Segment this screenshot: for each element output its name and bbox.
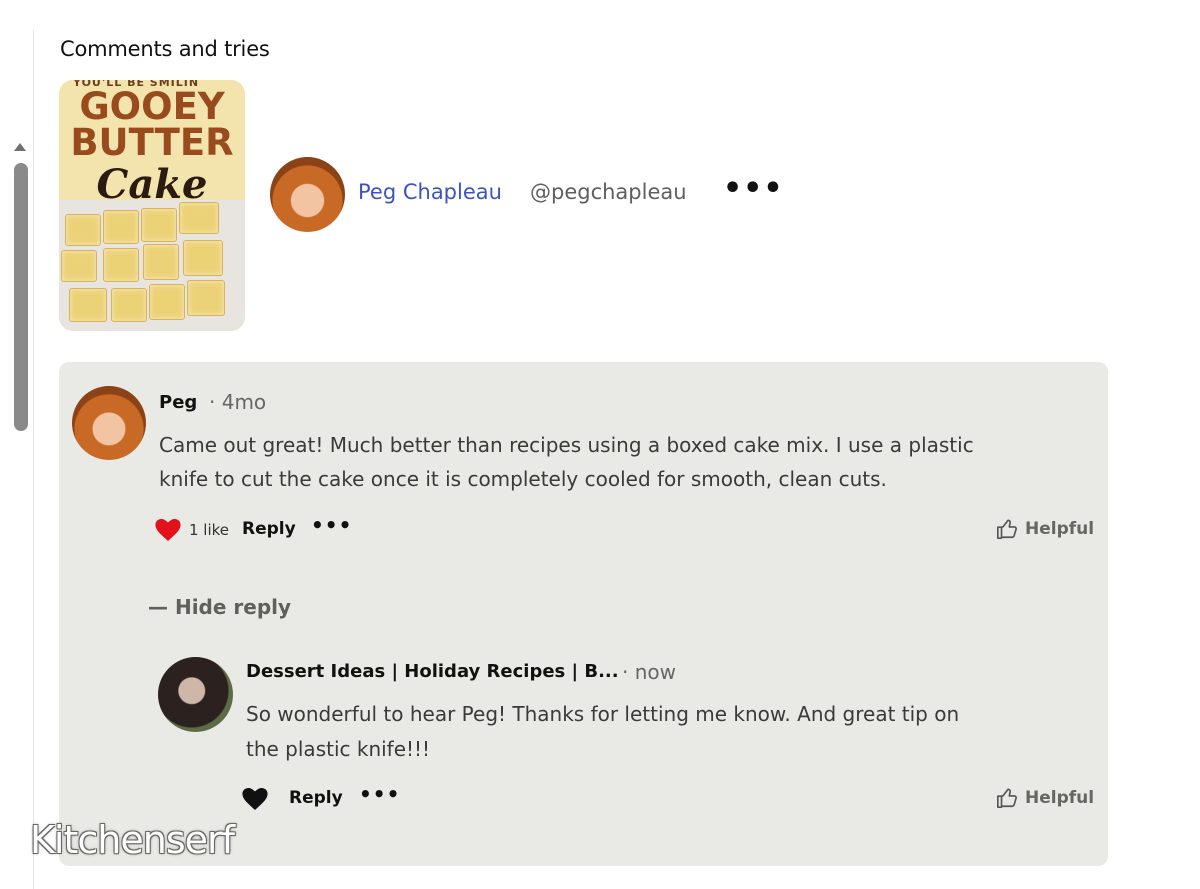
comment-like-count[interactable]: 1 like [189, 521, 229, 539]
reply-reply-button[interactable]: Reply [289, 788, 343, 808]
content-divider [33, 30, 34, 889]
comment-more-options-button[interactable]: ••• [311, 513, 352, 537]
recipe-thumbnail[interactable]: YOU'LL BE SMILIN GOOEY BUTTER Cake [59, 80, 245, 331]
comment-helpful-button[interactable]: Helpful [1025, 519, 1094, 539]
reply-more-options-button[interactable]: ••• [359, 782, 400, 806]
reply-text-line1: So wonderful to hear Peg! Thanks for let… [246, 702, 960, 726]
thumbs-up-icon[interactable] [996, 787, 1018, 809]
comment-reply-button[interactable]: Reply [242, 519, 296, 539]
thumbs-up-icon[interactable] [996, 518, 1018, 540]
heart-filled-icon[interactable] [155, 519, 181, 541]
comment-text-line2: knife to cut the cake once it is complet… [159, 467, 887, 491]
watermark: Kitchenserf [30, 818, 235, 862]
reply-helpful-button[interactable]: Helpful [1025, 788, 1094, 808]
section-title: Comments and tries [60, 37, 270, 61]
reply-author-avatar[interactable] [158, 657, 233, 732]
author-name[interactable]: Peg Chapleau [358, 180, 502, 204]
recipe-thumbnail-title-line2: BUTTER [70, 121, 234, 164]
cake-bars-photo [59, 200, 245, 331]
commenter-avatar[interactable] [72, 386, 146, 460]
scrollbar-thumb[interactable] [14, 163, 28, 431]
hide-reply-button[interactable]: — Hide reply [148, 595, 291, 619]
reply-author[interactable]: Dessert Ideas | Holiday Recipes | B... [246, 661, 619, 682]
author-avatar[interactable] [270, 157, 345, 232]
reply-time: · now [622, 660, 676, 684]
comment-time: · 4mo [209, 390, 267, 414]
scroll-up-arrow-icon[interactable] [14, 143, 26, 151]
comment-text-line1: Came out great! Much better than recipes… [159, 433, 974, 457]
author-more-options-button[interactable]: ••• [723, 171, 784, 206]
comment-author[interactable]: Peg [159, 392, 197, 413]
heart-icon[interactable] [242, 788, 268, 810]
author-handle[interactable]: @pegchapleau [530, 180, 687, 204]
reply-text-line2: the plastic knife!!! [246, 737, 431, 761]
